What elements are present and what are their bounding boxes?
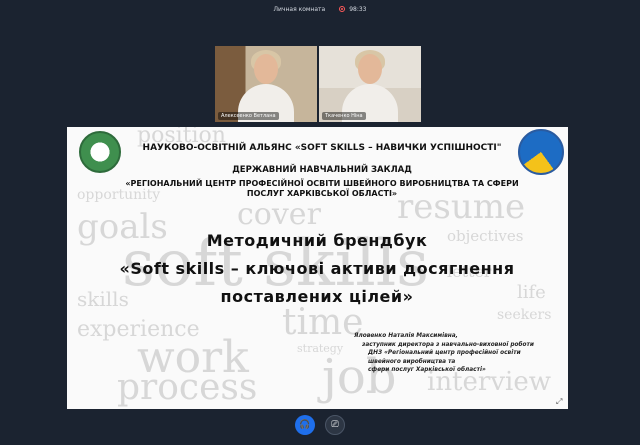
slide-title-line2: «Soft skills – ключові активи досягнення xyxy=(119,259,515,278)
headphones-icon: 🎧 xyxy=(299,420,311,430)
session-timer: 98:33 xyxy=(349,5,367,13)
author-org-line3: сфери послуг Харківської області» xyxy=(368,367,486,373)
cloud-word: strategy xyxy=(297,342,344,355)
slide-author-block: Яловенко Наталія Максимівна, заступник д… xyxy=(354,332,564,375)
author-org-line2: швейного виробництва та xyxy=(368,358,456,365)
participant-name: Ткаченко Ніна xyxy=(322,112,366,120)
participant-head xyxy=(254,54,278,84)
room-label[interactable]: Личная комната xyxy=(274,6,326,13)
fullscreen-icon[interactable]: ⤢ xyxy=(556,397,565,406)
author-name: Яловенко Наталія Максимівна, xyxy=(354,333,458,339)
participant-tiles: Алексеенко Ветлана Ткаченко Ніна xyxy=(215,46,421,122)
participant-head xyxy=(358,54,382,84)
record-icon xyxy=(339,6,346,12)
participant-tile-1[interactable]: Алексеенко Ветлана xyxy=(215,46,317,122)
participant-tile-2[interactable]: Ткаченко Ніна xyxy=(319,46,421,122)
author-org-line1: ДНЗ «Регіональний центр професійної осві… xyxy=(368,350,521,356)
audio-button[interactable]: 🎧 xyxy=(295,415,315,435)
call-controls: 🎧 ⎚ xyxy=(0,415,640,441)
cloud-word: time xyxy=(282,302,364,343)
author-position: заступник директора з навчально-виховної… xyxy=(362,341,534,348)
camera-icon: ⎚ xyxy=(331,420,339,430)
cloud-word: process xyxy=(117,367,258,408)
slide-header-center: «РЕГІОНАЛЬНИЙ ЦЕНТР ПРОФЕСІЙНОЇ ОСВІТИ Ш… xyxy=(125,179,519,198)
cloud-word: experience xyxy=(77,317,200,342)
slide-header-institution: ДЕРЖАВНИЙ НАВЧАЛЬНИЙ ЗАКЛАД xyxy=(232,165,412,175)
top-bar: Личная комната 98:33 xyxy=(0,0,640,18)
shared-slide[interactable]: position goals cover resume soft skills … xyxy=(67,127,568,409)
center-logo xyxy=(518,129,564,175)
cloud-word: seekers xyxy=(497,307,552,323)
slide-title-line1: Методичний брендбук xyxy=(206,231,428,250)
slide-header-alliance: НАУКОВО-ОСВІТНІЙ АЛЬЯНС «SOFT SKILLS – Н… xyxy=(142,143,502,153)
participant-name: Алексеенко Ветлана xyxy=(218,112,279,120)
video-button[interactable]: ⎚ xyxy=(325,415,345,435)
alliance-logo xyxy=(79,131,121,173)
slide-title-line3: поставлених цілей» xyxy=(220,287,414,306)
